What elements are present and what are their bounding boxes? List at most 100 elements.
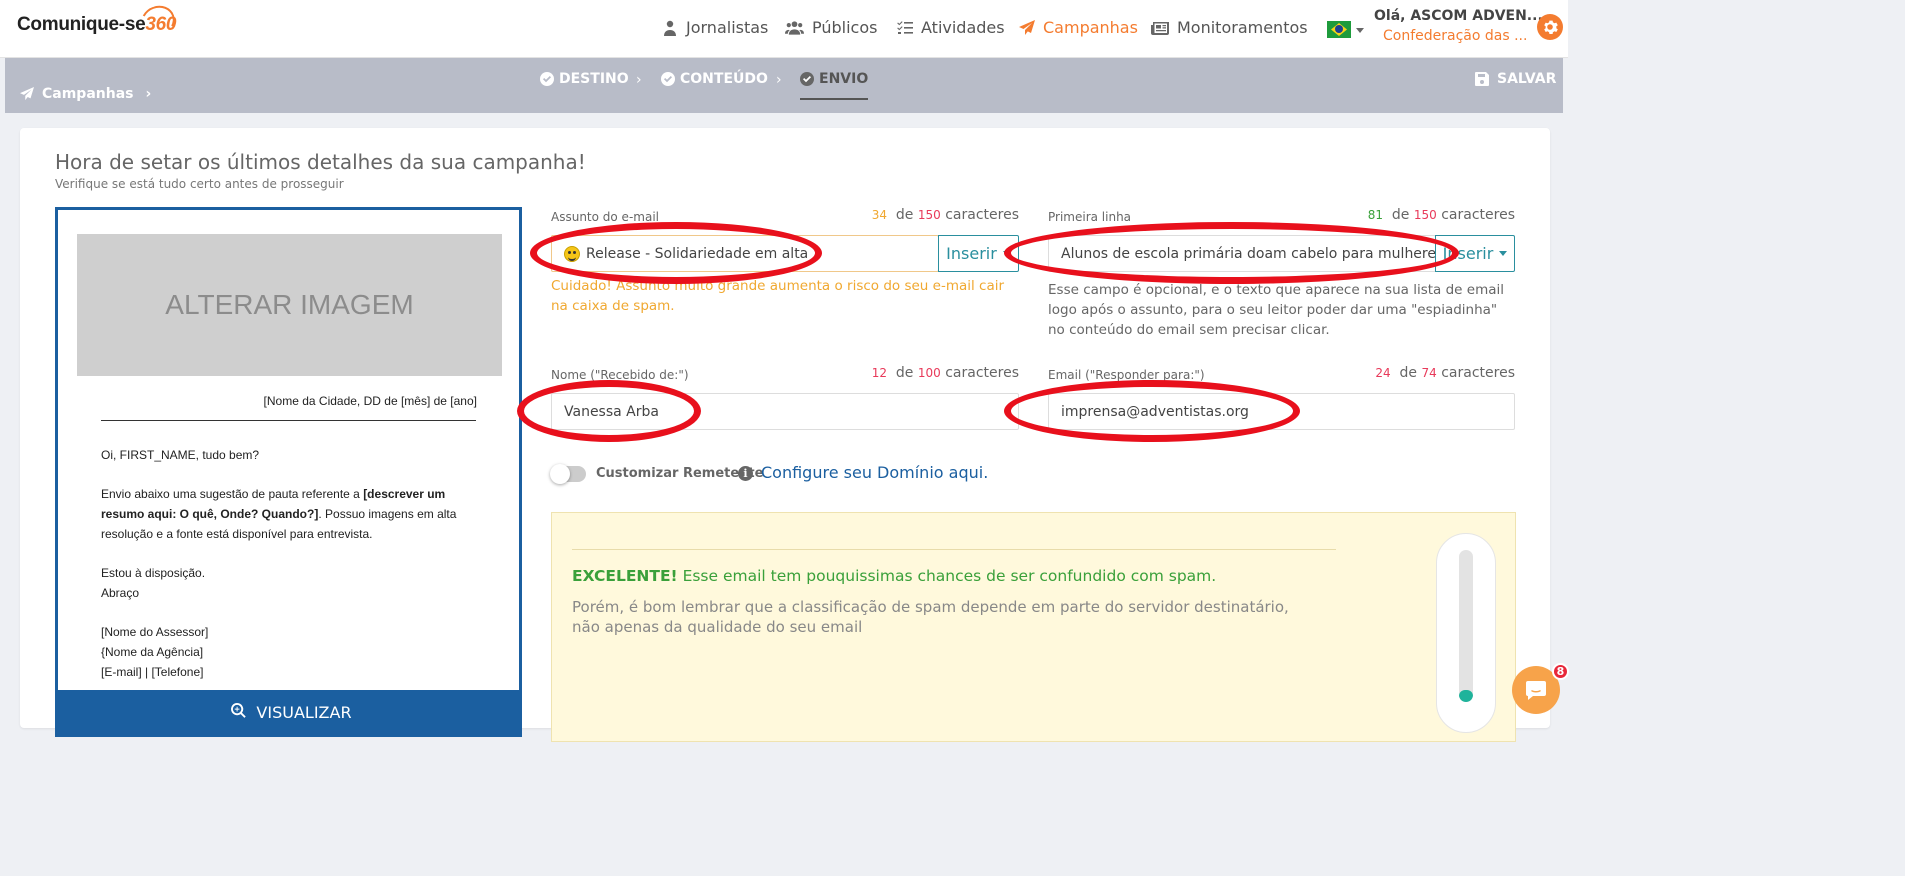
- logo[interactable]: Comunique-se 360: [17, 1, 180, 41]
- sender-name-char-counter: 12 de 100 caracteres: [871, 365, 1019, 381]
- closing-line: Estou à disposição.: [101, 566, 206, 581]
- user-org[interactable]: Confederação das ...: [1383, 28, 1527, 44]
- newspaper-icon: [1151, 21, 1169, 35]
- breadcrumb[interactable]: Campanhas ›: [20, 86, 151, 102]
- first-line-help: Esse campo é opcional, e o texto que apa…: [1048, 282, 1505, 338]
- subject-char-counter: 34 de 150 caracteres: [871, 207, 1019, 223]
- caret-down-icon: [1002, 251, 1011, 256]
- chevron-right-icon: ›: [636, 72, 642, 88]
- spam-meter-fill: [1459, 689, 1473, 702]
- change-image-placeholder[interactable]: ALTERAR IMAGEM: [77, 234, 502, 376]
- save-button[interactable]: SALVAR: [1475, 71, 1556, 87]
- chat-icon: [1526, 681, 1546, 700]
- user-greeting[interactable]: Olá, ASCOM ADVEN...: [1374, 8, 1543, 24]
- reply-to-value: imprensa@adventistas.org: [1061, 403, 1249, 420]
- first-line-input[interactable]: Alunos de escola primária doam cabelo pa…: [1048, 235, 1436, 272]
- preview-button[interactable]: VISUALIZAR: [58, 690, 519, 734]
- language-caret-icon[interactable]: [1356, 28, 1364, 33]
- spam-meter-track: [1459, 550, 1473, 702]
- reply-to-label: Email ("Responder para:"): [1048, 368, 1205, 382]
- preview-button-label: VISUALIZAR: [256, 703, 352, 722]
- breadcrumb-label: Campanhas: [42, 86, 134, 102]
- sender-name-value: Vanessa Arba: [564, 403, 659, 420]
- chat-button[interactable]: 8: [1512, 663, 1569, 714]
- gear-icon: [1544, 20, 1558, 34]
- spam-score-meter: [1436, 533, 1496, 733]
- logo-brand: Comunique-se: [17, 14, 146, 35]
- reply-to-input[interactable]: imprensa@adventistas.org: [1048, 393, 1515, 430]
- closing-line: Abraço: [101, 585, 140, 600]
- nav-campanhas[interactable]: Campanhas: [1019, 18, 1138, 37]
- subject-input[interactable]: Release - Solidariedade em alta: [551, 235, 939, 272]
- spam-note: Porém, é bom lembrar que a classificação…: [572, 598, 1289, 636]
- first-line-value: Alunos de escola primária doam cabelo pa…: [1061, 245, 1436, 262]
- nav-label: Públicos: [812, 18, 878, 37]
- greeting-line: Oi, FIRST_NAME, tudo bem?: [101, 448, 260, 462]
- brazil-flag-icon[interactable]: [1327, 21, 1351, 38]
- zoom-in-icon: [231, 703, 247, 718]
- custom-sender-toggle[interactable]: [550, 464, 586, 484]
- first-line-char-counter: 81 de 150 caracteres: [1367, 207, 1515, 223]
- divider: [572, 549, 1336, 550]
- info-icon[interactable]: i: [738, 466, 753, 481]
- nav-jornalistas[interactable]: Jornalistas: [662, 18, 768, 37]
- reply-to-char-counter: 24 de 74 caracteres: [1375, 365, 1515, 381]
- settings-button[interactable]: [1537, 14, 1563, 40]
- spam-status: EXCELENTE! Esse email tem pouquissimas c…: [572, 567, 1216, 585]
- divider: [101, 420, 476, 421]
- page-subtitle: Verifique se está tudo certo antes de pr…: [55, 177, 344, 191]
- subject-label: Assunto do e-mail: [551, 210, 659, 224]
- chevron-right-icon: ›: [145, 86, 152, 102]
- step-label: ENVIO: [819, 71, 869, 87]
- caret-down-icon: [1499, 251, 1508, 256]
- first-line-insert-dropdown[interactable]: Inserir: [1435, 235, 1515, 272]
- first-line-label: Primeira linha: [1048, 210, 1132, 224]
- spam-status-label: EXCELENTE!: [572, 567, 678, 585]
- check-circle-icon: [540, 72, 554, 86]
- step-label: CONTEÚDO: [680, 71, 768, 87]
- step-conteudo[interactable]: CONTEÚDO: [661, 71, 768, 87]
- nav-monitoramentos[interactable]: Monitoramentos: [1151, 18, 1308, 37]
- paper-plane-icon: [1019, 19, 1035, 35]
- spam-check-panel: EXCELENTE! Esse email tem pouquissimas c…: [551, 512, 1516, 742]
- sender-name-label: Nome ("Recebido de:"): [551, 368, 689, 382]
- insert-label: Inserir: [946, 244, 997, 263]
- smiley-emoji-icon: [564, 245, 580, 262]
- configure-domain-link[interactable]: Configure seu Domínio aqui.: [761, 463, 988, 482]
- subject-value: Release - Solidariedade em alta: [586, 245, 809, 262]
- sender-name-input[interactable]: Vanessa Arba: [551, 393, 1019, 430]
- tasks-icon: [897, 20, 913, 34]
- pitch-paragraph: Envio abaixo uma sugestão de pauta refer…: [101, 487, 457, 541]
- save-icon: [1475, 72, 1489, 86]
- save-label: SALVAR: [1497, 71, 1557, 87]
- step-envio[interactable]: ENVIO: [800, 71, 868, 87]
- subject-insert-dropdown[interactable]: Inserir: [938, 235, 1019, 272]
- active-step-underline: [800, 98, 868, 100]
- nav-label: Monitoramentos: [1177, 18, 1308, 37]
- subject-warning: Cuidado! Assunto muito grande aumenta o …: [551, 278, 1005, 314]
- user-icon: [664, 20, 676, 36]
- signature-line: [E-mail] | [Telefone]: [101, 664, 204, 679]
- campaign-steps-bar: Campanhas › DESTINO › CONTEÚDO › ENVIO S…: [5, 58, 1563, 113]
- chat-unread-badge: 8: [1552, 663, 1569, 680]
- nav-atividades[interactable]: Atividades: [897, 18, 1005, 37]
- spam-status-message: Esse email tem pouquissimas chances de s…: [682, 567, 1217, 585]
- nav-publicos[interactable]: Públicos: [785, 18, 877, 37]
- main-card: Hora de setar os últimos detalhes da sua…: [20, 128, 1550, 742]
- check-circle-icon: [661, 72, 675, 86]
- email-body: Oi, FIRST_NAME, tudo bem? Envio abaixo u…: [101, 446, 476, 682]
- users-icon: [785, 20, 804, 35]
- signature-line: [Nome do Assessor]: [101, 625, 209, 640]
- toggle-knob: [550, 464, 570, 484]
- nav-label: Campanhas: [1043, 18, 1138, 37]
- nav-label: Atividades: [921, 18, 1005, 37]
- signature-line: {Nome da Agência]: [101, 644, 204, 659]
- step-destino[interactable]: DESTINO: [540, 71, 629, 87]
- step-label: DESTINO: [559, 71, 629, 87]
- city-date-line: [Nome da Cidade, DD de [mês] de [ano]: [263, 394, 477, 408]
- check-circle-icon: [800, 72, 814, 86]
- chevron-right-icon: ›: [776, 72, 782, 88]
- logo-360: 360: [137, 1, 180, 41]
- page-title: Hora de setar os últimos detalhes da sua…: [55, 150, 586, 174]
- email-preview: ALTERAR IMAGEM [Nome da Cidade, DD de [m…: [55, 207, 522, 737]
